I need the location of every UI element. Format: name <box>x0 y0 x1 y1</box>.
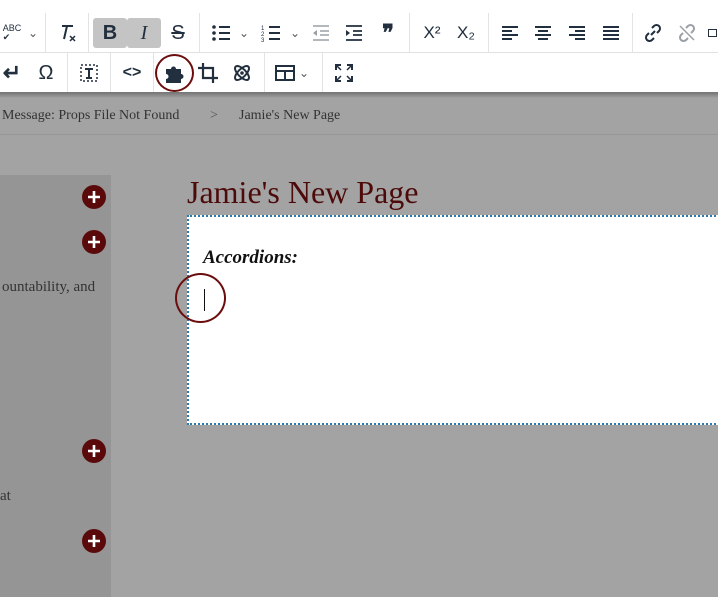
clear-formatting-button[interactable] <box>54 18 82 48</box>
numbered-list-button[interactable]: 123 <box>258 18 284 48</box>
superscript-icon: X² <box>423 23 441 42</box>
align-center-icon <box>535 26 551 40</box>
fullscreen-icon <box>335 64 353 82</box>
clear-formatting-icon <box>62 25 76 42</box>
expand-button-4[interactable] <box>82 529 106 553</box>
blockquote-icon: ❞ <box>382 20 394 45</box>
spellcheck-icon: ABC ✔ <box>2 23 22 42</box>
fullscreen-button[interactable] <box>331 58 357 88</box>
expand-button-1[interactable] <box>82 185 106 209</box>
breadcrumb-separator: > <box>210 108 218 123</box>
align-left-button[interactable] <box>497 18 523 48</box>
sidebar-text-2: at <box>0 488 11 504</box>
align-center-button[interactable] <box>530 18 556 48</box>
superscript-button[interactable]: X² <box>418 18 446 48</box>
italic-icon: I <box>140 21 148 44</box>
sidebar-text-1: ountability, and <box>2 279 96 295</box>
numbered-list-chevron-icon[interactable]: ⌄ <box>288 18 302 48</box>
outdent-icon <box>313 25 329 41</box>
return-arrow-icon: ↵ <box>2 60 22 85</box>
align-right-icon <box>569 26 585 40</box>
special-character-button[interactable]: Ω <box>33 58 59 88</box>
content-editor[interactable]: Accordions: <box>187 215 718 425</box>
code-icon: <> <box>122 64 142 81</box>
source-code-button[interactable]: <> <box>118 58 146 88</box>
expand-button-2[interactable] <box>82 230 106 254</box>
plus-circle-icon <box>88 236 100 248</box>
justify-button[interactable] <box>598 18 624 48</box>
table-chevron-icon[interactable]: ⌄ <box>298 58 310 88</box>
align-left-icon <box>502 26 518 40</box>
bullet-list-chevron-icon[interactable]: ⌄ <box>237 18 251 48</box>
atom-button[interactable] <box>229 58 255 88</box>
breadcrumb: Message: Props File Not Found > Jamie's … <box>0 98 718 135</box>
subscript-button[interactable]: X₂ <box>452 18 480 48</box>
indent-button[interactable] <box>341 18 367 48</box>
indent-icon <box>346 25 362 41</box>
page-title: Jamie's New Page <box>187 174 419 210</box>
breadcrumb-current: Jamie's New Page <box>239 108 341 123</box>
cursor-highlight-circle <box>175 273 226 323</box>
blockquote-button[interactable]: ❞ <box>375 18 401 48</box>
omega-icon: Ω <box>38 61 54 84</box>
crop-icon <box>198 63 218 83</box>
table-icon <box>275 65 295 81</box>
toolbar-row-2: ↵ Ω <> ⌄ <box>0 52 718 93</box>
plugin-button-highlight-circle <box>155 54 194 92</box>
link-icon <box>644 23 662 43</box>
bold-icon: B <box>102 21 118 44</box>
insert-link-button[interactable] <box>640 18 666 48</box>
image-icon <box>708 29 717 37</box>
justify-icon <box>603 26 619 40</box>
more-button[interactable] <box>708 18 718 48</box>
unlink-icon <box>678 23 696 43</box>
plus-circle-icon <box>88 191 100 203</box>
expand-button-3[interactable] <box>82 439 106 463</box>
strikethrough-icon: S <box>171 21 185 44</box>
crop-button[interactable] <box>195 58 221 88</box>
editor-heading: Accordions: <box>203 247 298 268</box>
breadcrumb-parent-link[interactable]: Message: Props File Not Found <box>2 108 179 124</box>
toolbar-row-1: ABC ✔ ⌄ B I S ⌄ 123 ⌄ ❞ X² X₂ <box>0 13 718 53</box>
template-icon <box>80 64 98 82</box>
italic-button[interactable]: I <box>127 18 161 48</box>
remove-link-button[interactable] <box>674 18 700 48</box>
plus-circle-icon <box>88 445 100 457</box>
line-break-button[interactable]: ↵ <box>0 58 24 88</box>
outdent-button[interactable] <box>308 18 334 48</box>
spellcheck-dropdown-chevron-icon[interactable]: ⌄ <box>26 18 40 48</box>
bullet-list-button[interactable] <box>208 18 234 48</box>
subscript-icon: X₂ <box>457 23 475 42</box>
strikethrough-button[interactable]: S <box>163 18 193 48</box>
template-button[interactable] <box>76 58 102 88</box>
plus-circle-icon <box>88 535 100 547</box>
table-button[interactable] <box>273 58 297 88</box>
align-right-button[interactable] <box>564 18 590 48</box>
bold-button[interactable]: B <box>93 18 127 48</box>
svg-text:3: 3 <box>261 38 265 42</box>
numbered-list-icon: 123 <box>261 26 280 42</box>
spellcheck-button[interactable]: ABC ✔ <box>0 18 24 48</box>
editor-toolbar: ABC ✔ ⌄ B I S ⌄ 123 ⌄ ❞ X² X₂ ↵ Ω <> ⌄ <box>0 0 718 93</box>
bullet-list-icon <box>212 25 230 41</box>
atom-icon <box>234 65 250 81</box>
